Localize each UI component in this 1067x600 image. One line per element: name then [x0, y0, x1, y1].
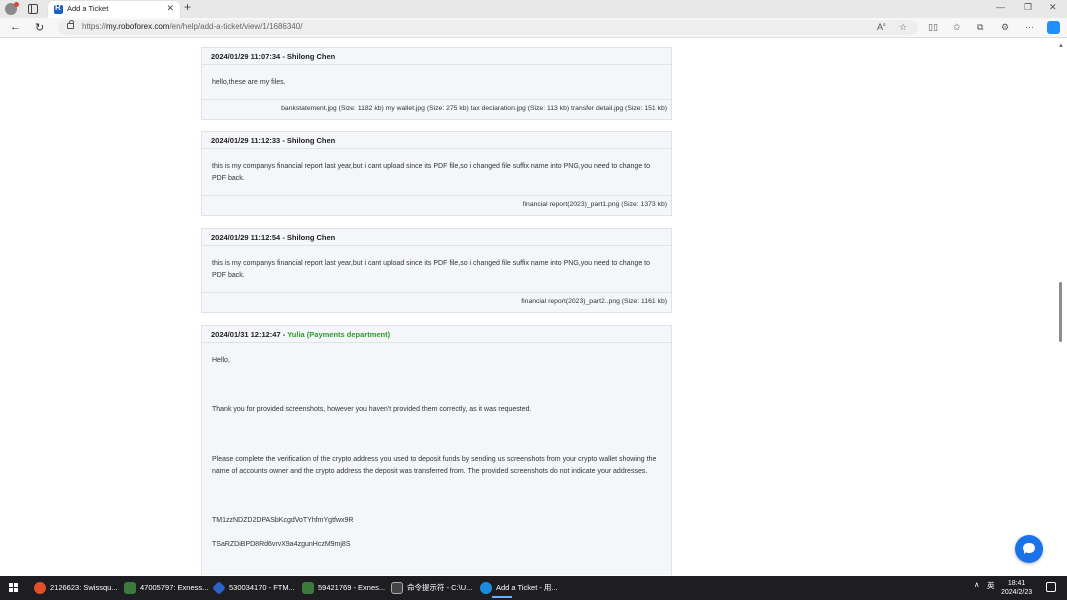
browser-tab-bar: Add a Ticket ✕ + — ❐ ✕ [0, 0, 1067, 18]
window-close-icon[interactable]: ✕ [1049, 2, 1057, 13]
ime-indicator[interactable]: 英 [987, 580, 995, 591]
windows-taskbar: 2126623: Swissqu... 47005797: Exness... … [0, 576, 1067, 600]
ticket-page: 2024/01/29 11:07:34 - Shilong Chen hello… [0, 39, 1067, 575]
ticket-message: 2024/01/29 11:12:33 - Shilong Chen this … [201, 131, 672, 216]
message-header: 2024/01/29 11:12:33 - Shilong Chen [202, 132, 671, 149]
taskbar-item[interactable]: 47005797: Exness... [124, 578, 208, 598]
refresh-icon[interactable]: ↻ [35, 21, 44, 34]
minimize-icon[interactable]: — [996, 2, 1005, 12]
crypto-address: TM1zzNDZD2DPASbKcgdVoTYhfmYgtfwx9R [212, 517, 354, 525]
message-body: hello,these are my files. [212, 79, 286, 86]
taskbar-item[interactable]: 530034170 - FTM... [212, 578, 295, 598]
attached-files[interactable]: financial report(2023)_part1.png (Size: … [202, 195, 671, 215]
new-tab-icon[interactable]: + [184, 0, 191, 14]
metatrader-app-icon [302, 582, 314, 594]
taskbar-item[interactable]: Add a Ticket - 用... [480, 578, 558, 598]
taskbar-item[interactable]: 命令提示符 - C:\U... [391, 578, 472, 598]
split-screen-icon[interactable]: ▯▯ [928, 22, 938, 33]
ticket-message: 2024/01/29 11:12:54 - Shilong Chen this … [201, 228, 672, 313]
message-header: 2024/01/31 12:12:47 - Yulia (Payments de… [202, 326, 671, 343]
taskbar-item[interactable]: 2126623: Swissqu... [34, 578, 118, 598]
restore-icon[interactable]: ❐ [1024, 2, 1032, 13]
ftmo-app-icon [212, 581, 226, 595]
browser-toolbar: ← ↻ https://my.roboforex.com/en/help/add… [0, 18, 1067, 38]
attached-files[interactable]: financial report(2023)_part2..png (Size:… [202, 292, 671, 312]
ticket-message: 2024/01/31 12:12:47 - Yulia (Payments de… [201, 325, 672, 575]
metatrader-app-icon [124, 582, 136, 594]
swissquote-app-icon [34, 582, 46, 594]
collections-icon[interactable]: ⧉ [977, 22, 983, 33]
back-arrow-icon[interactable]: ← [10, 21, 21, 33]
copilot-icon[interactable] [1047, 21, 1060, 34]
message-header: 2024/01/29 11:12:54 - Shilong Chen [202, 229, 671, 246]
url-text: https://my.roboforex.com/en/help/add-a-t… [82, 22, 303, 31]
tab-title: Add a Ticket [67, 4, 109, 13]
windows-start-icon[interactable] [9, 583, 19, 593]
edge-browser-icon [480, 582, 492, 594]
roboforex-favicon-icon [54, 3, 63, 14]
attached-files[interactable]: bankstatement.jpg (Size: 1182 kb) my wal… [202, 99, 671, 119]
system-clock[interactable]: 18:41 2024/2/23 [1001, 579, 1032, 597]
extensions-icon[interactable]: ⚙ [1001, 22, 1009, 33]
taskbar-item[interactable]: 59421769 - Exnes... [302, 578, 385, 598]
scroll-up-icon[interactable]: ▲ [1058, 43, 1064, 49]
address-bar[interactable]: https://my.roboforex.com/en/help/add-a-t… [58, 20, 918, 35]
workspaces-icon[interactable] [26, 2, 40, 16]
command-prompt-icon [391, 582, 403, 594]
message-body: this is my companys financial report las… [212, 163, 650, 183]
notification-icon[interactable] [1046, 582, 1056, 592]
lock-icon[interactable] [67, 20, 74, 29]
tray-chevron-icon[interactable]: ∧ [974, 580, 980, 589]
message-body: this is my companys financial report las… [212, 260, 650, 280]
read-aloud-icon[interactable]: Aʌ [877, 22, 886, 32]
tab-close-icon[interactable]: ✕ [166, 3, 174, 14]
message-body: Hello, Thank you for provided screenshot… [202, 343, 671, 552]
message-header: 2024/01/29 11:07:34 - Shilong Chen [202, 48, 671, 65]
crypto-address: TSaRZDiBPD8Rd6vrvX9a4zgunHczM9mj8S [212, 541, 351, 549]
ticket-message: 2024/01/29 11:07:34 - Shilong Chen hello… [201, 47, 672, 120]
chat-bubble-icon[interactable] [1015, 535, 1043, 563]
favorite-star-icon[interactable]: ☆ [899, 22, 907, 33]
tab-add-a-ticket[interactable]: Add a Ticket ✕ [48, 1, 180, 18]
scrollbar-thumb[interactable] [1059, 282, 1062, 342]
favorites-icon[interactable]: ✩ [953, 22, 961, 33]
profile-avatar-icon[interactable] [5, 2, 19, 15]
more-menu-icon[interactable]: ··· [1025, 22, 1034, 32]
